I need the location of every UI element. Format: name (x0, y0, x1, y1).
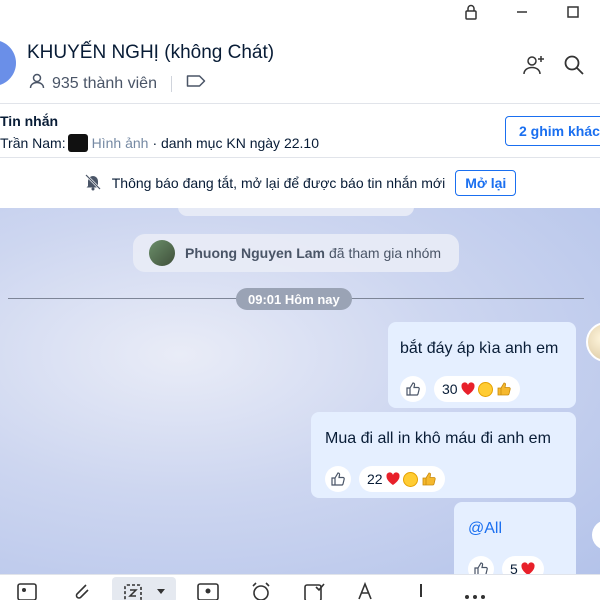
image-icon[interactable] (14, 581, 40, 600)
user-icon (28, 72, 46, 95)
heart-icon (385, 471, 401, 487)
pinned-image-thumbnail (67, 134, 88, 152)
message-bubble[interactable]: bắt đáy áp kìa anh em 30 (388, 322, 576, 408)
mention-text[interactable]: @All (468, 520, 502, 538)
message-bubble[interactable]: Mua đi all in khô máu đi anh em 22 (311, 412, 576, 498)
like-reaction-button[interactable] (400, 376, 426, 402)
time-divider-label: 09:01 Hôm nay (236, 288, 352, 310)
system-action: đã tham gia nhóm (329, 245, 442, 261)
group-avatar[interactable] (0, 40, 16, 86)
group-title[interactable]: KHUYẾN NGHỊ (không Chát) (27, 42, 274, 64)
window-titlebar (0, 0, 600, 24)
more-icon[interactable] (462, 581, 488, 600)
avatar[interactable] (592, 520, 600, 550)
reaction-count: 30 (442, 381, 458, 397)
screenshot-icon[interactable] (120, 581, 146, 600)
member-count[interactable]: 935 thành viên (52, 75, 157, 93)
wow-face-icon (478, 381, 494, 397)
avatar[interactable] (586, 322, 600, 362)
thumbs-up-emoji-icon (421, 471, 437, 487)
pinned-label: Tin nhắn (0, 113, 59, 129)
thumbs-up-icon (406, 382, 420, 396)
pinned-preview: Trần Nam: Hình ảnh · danh mục KN ngày 22… (0, 134, 319, 152)
pinned-sender: Trần Nam: (0, 135, 66, 151)
message-bubble[interactable]: @All 5 (454, 502, 576, 574)
reaction-summary[interactable]: 30 (434, 376, 520, 402)
reaction-summary[interactable]: 5 (502, 556, 544, 574)
attach-icon[interactable] (68, 581, 94, 600)
thumbs-up-icon (474, 562, 488, 574)
like-reaction-button[interactable] (325, 466, 351, 492)
task-icon[interactable] (301, 581, 327, 600)
chevron-down-icon[interactable] (148, 581, 174, 600)
pinned-message-bar[interactable]: Tin nhắn Trần Nam: Hình ảnh · danh mục K… (0, 104, 600, 158)
tag-icon[interactable] (186, 74, 206, 93)
message-list[interactable]: Phuong Nguyen Lam đã tham gia nhóm 09:01… (0, 208, 600, 574)
pinned-attachment: Hình ảnh (91, 135, 149, 151)
message-text: bắt đáy áp kìa anh em (400, 340, 559, 357)
notification-text: Thông báo đang tắt, mở lại để được báo t… (111, 175, 446, 191)
avatar[interactable] (149, 240, 175, 266)
pinned-text: · danh mục KN ngày 22.10 (152, 135, 319, 151)
search-icon[interactable] (561, 52, 587, 78)
contact-card-icon[interactable] (195, 581, 221, 600)
reminder-icon[interactable] (248, 581, 274, 600)
reaction-count: 22 (367, 471, 383, 487)
thumbs-up-emoji-icon (496, 381, 512, 397)
wow-face-icon (403, 471, 419, 487)
minimize-icon[interactable] (511, 2, 533, 22)
message-text: Mua đi all in khô máu đi anh em (325, 430, 551, 447)
notification-banner: Thông báo đang tắt, mở lại để được báo t… (0, 158, 600, 208)
divider (170, 75, 172, 92)
composer-toolbar (0, 574, 600, 600)
heart-icon (460, 381, 476, 397)
system-member-name[interactable]: Phuong Nguyen Lam (185, 245, 325, 261)
other-pins-button[interactable]: 2 ghim khác (505, 116, 600, 146)
heart-icon (520, 561, 536, 574)
like-reaction-button[interactable] (468, 556, 494, 574)
reaction-summary[interactable]: 22 (359, 466, 445, 492)
conversation-header: KHUYẾN NGHỊ (không Chát) 935 thành viên (0, 24, 600, 104)
lock-icon[interactable] (460, 2, 482, 22)
reaction-count: 5 (510, 561, 518, 574)
text-format-icon[interactable] (355, 581, 381, 600)
urgent-icon[interactable] (408, 581, 434, 600)
reenable-notifications-button[interactable]: Mở lại (455, 170, 517, 196)
add-member-icon[interactable] (521, 52, 547, 78)
system-message: Phuong Nguyen Lam đã tham gia nhóm (133, 234, 459, 272)
maximize-icon[interactable] (562, 2, 584, 22)
thumbs-up-icon (331, 472, 345, 486)
previous-system-message (178, 208, 414, 216)
bell-off-icon (84, 173, 102, 194)
member-info: 935 thành viên (28, 72, 206, 95)
